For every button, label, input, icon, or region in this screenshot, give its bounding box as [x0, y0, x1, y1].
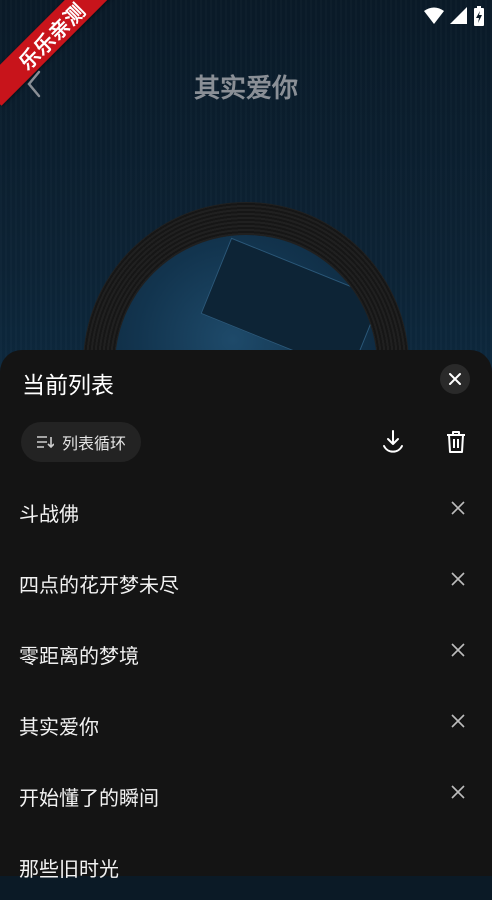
song-row[interactable]: 那些旧时光	[0, 829, 492, 900]
close-button[interactable]	[440, 364, 470, 394]
play-mode-button[interactable]: 列表循环	[21, 422, 141, 462]
remove-icon[interactable]	[448, 640, 468, 660]
signal-icon	[450, 7, 467, 24]
remove-icon[interactable]	[448, 569, 468, 589]
battery-icon	[474, 6, 484, 26]
remove-icon[interactable]	[448, 711, 468, 731]
play-mode-label: 列表循环	[61, 434, 126, 453]
sheet-title: 当前列表	[22, 373, 114, 399]
song-name: 那些旧时光	[19, 857, 119, 881]
song-row[interactable]: 斗战佛	[0, 474, 492, 545]
song-name: 斗战佛	[19, 502, 79, 526]
status-icons	[424, 6, 484, 26]
trash-icon	[447, 431, 465, 453]
wifi-icon	[424, 7, 444, 24]
song-row[interactable]: 四点的花开梦未尽	[0, 545, 492, 616]
song-name: 开始懂了的瞬间	[19, 786, 159, 810]
song-row[interactable]: 零距离的梦境	[0, 616, 492, 687]
song-title: 其实爱你	[193, 74, 298, 104]
download-button[interactable]	[379, 428, 407, 456]
song-row[interactable]: 其实爱你	[0, 687, 492, 758]
close-icon	[449, 373, 461, 385]
song-name: 四点的花开梦未尽	[19, 573, 179, 597]
remove-icon[interactable]	[448, 498, 468, 518]
song-list: 斗战佛 四点的花开梦未尽 零距离的梦境 其实爱你 开始懂了的瞬间 那些旧时光	[0, 474, 492, 900]
remove-icon[interactable]	[448, 782, 468, 802]
playlist-sheet: 当前列表 列表循环 斗战佛 四点的花开梦未尽 零距离的梦境 其实爱你 开始懂了的…	[0, 350, 492, 881]
clear-list-button[interactable]	[442, 428, 470, 456]
song-name: 零距离的梦境	[19, 644, 139, 668]
song-row[interactable]: 开始懂了的瞬间	[0, 758, 492, 829]
download-icon	[383, 430, 403, 453]
song-name: 其实爱你	[19, 715, 99, 739]
player-header: 其实爱你	[0, 60, 492, 108]
play-mode-list-icon	[36, 436, 54, 449]
